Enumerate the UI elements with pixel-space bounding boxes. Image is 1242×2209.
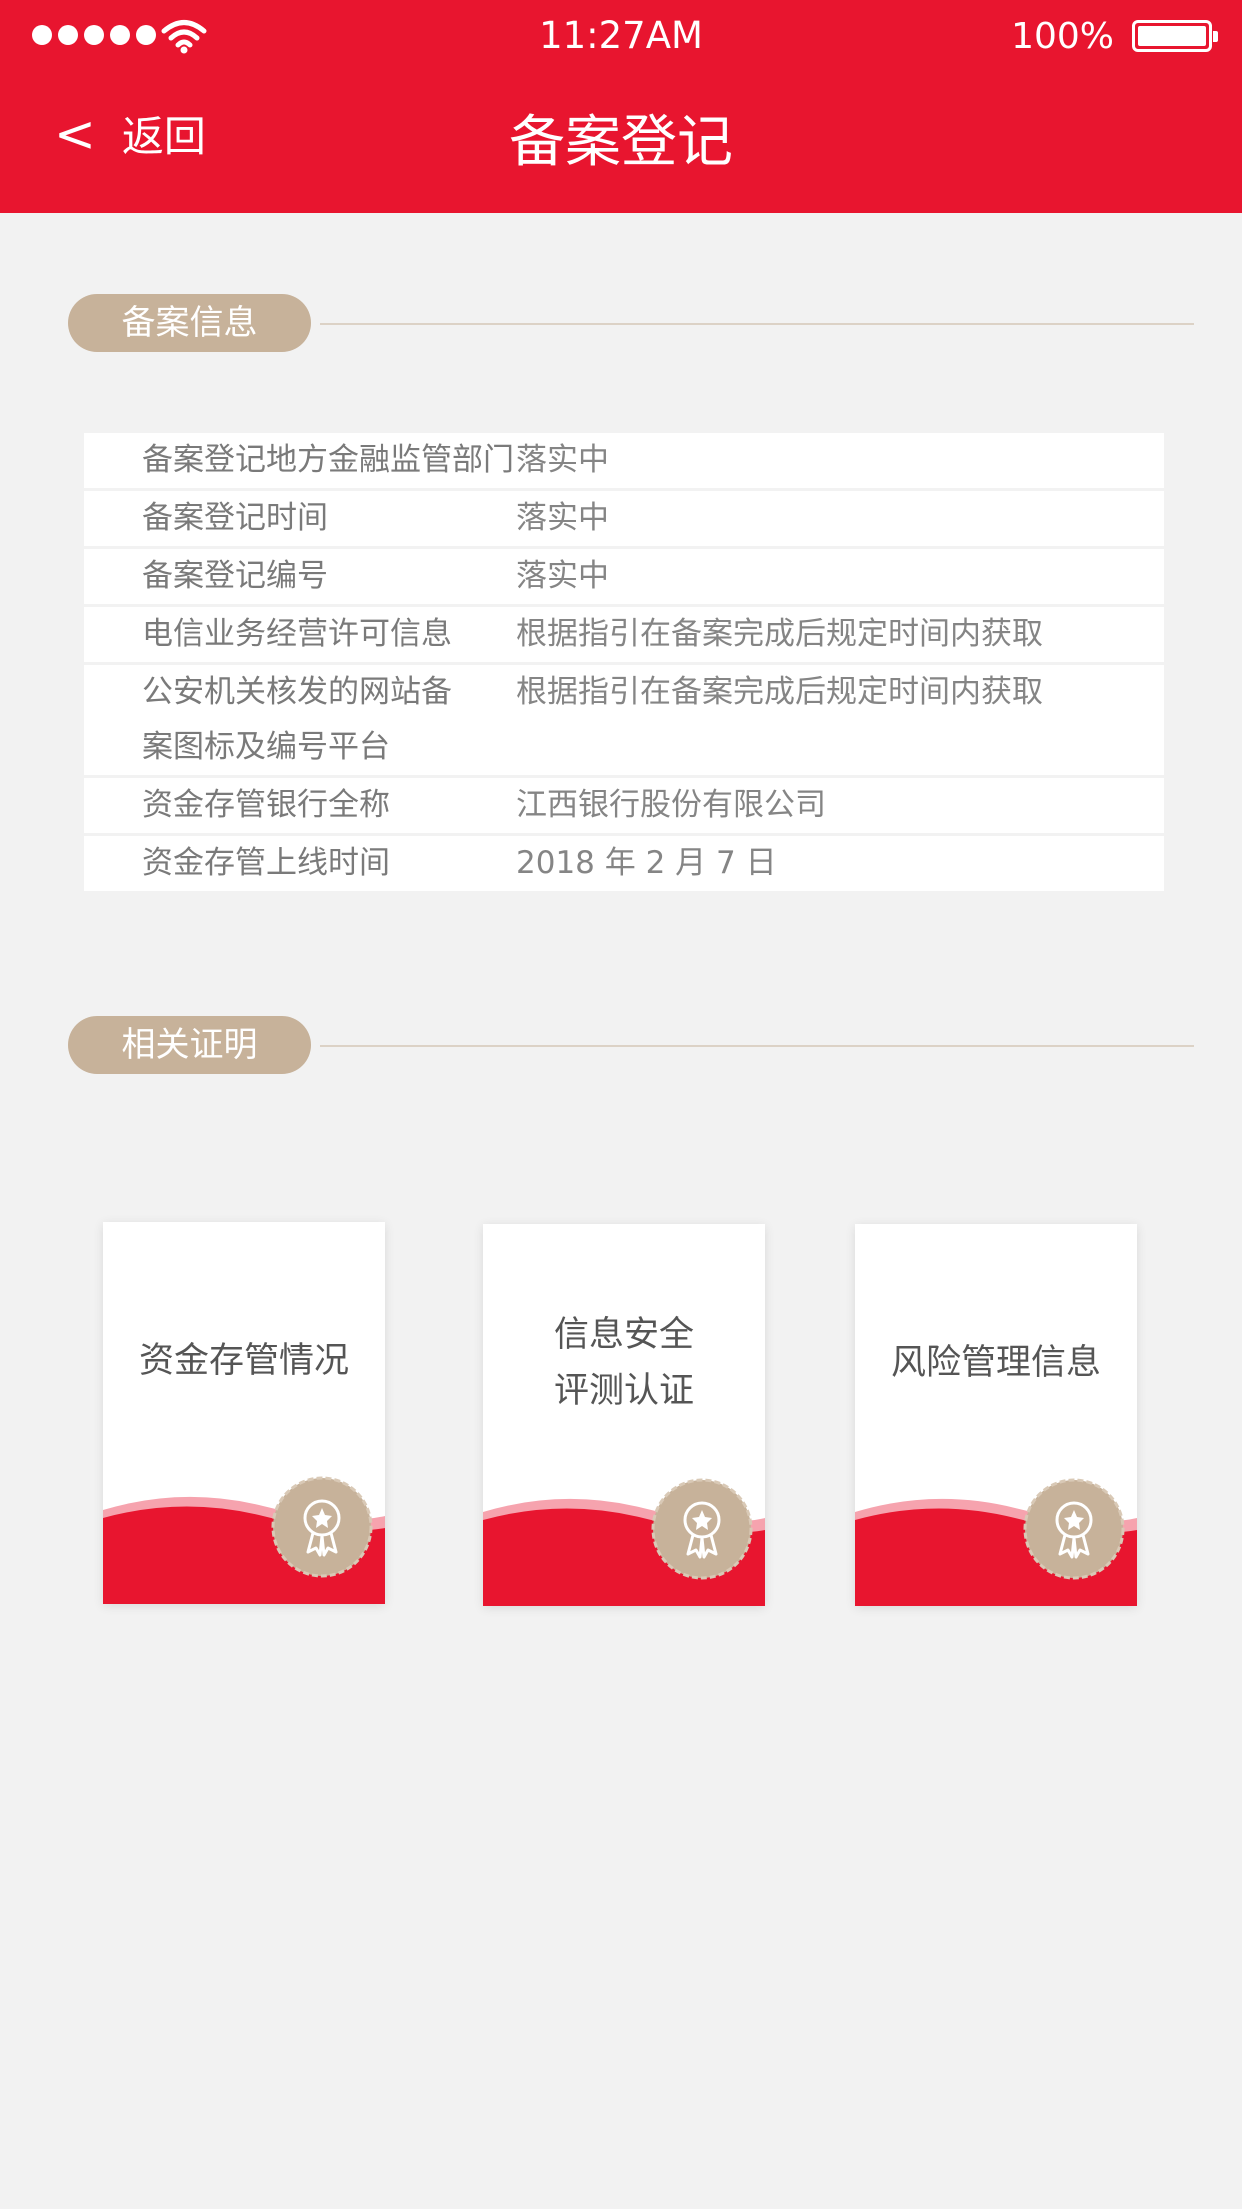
award-badge-icon (1023, 1478, 1125, 1580)
award-badge-icon (651, 1478, 753, 1580)
nav-bar: < 返回 备案登记 (0, 75, 1242, 213)
section-title-pill: 相关证明 (68, 1016, 311, 1074)
info-row: 备案登记时间 落实中 (84, 491, 1164, 546)
info-value: 落实中 (516, 442, 609, 478)
card-title: 信息安全 评测认证 (553, 1315, 694, 1411)
info-value: 2018 年 2 月 7 日 (516, 845, 777, 881)
certificate-card-risk-management[interactable]: 风险管理信息 (855, 1224, 1137, 1606)
page-title: 备案登记 (509, 110, 733, 175)
info-value: 落实中 (516, 558, 609, 594)
info-row: 资金存管银行全称 江西银行股份有限公司 (84, 778, 1164, 833)
section-header-certificates: 相关证明 (68, 1016, 1194, 1074)
filing-info-table: 备案登记地方金融监管部门 落实中 备案登记时间 落实中 备案登记编号 落实中 电… (84, 433, 1164, 894)
info-row: 备案登记编号 落实中 (84, 549, 1164, 604)
section-title-pill: 备案信息 (68, 294, 311, 352)
info-label: 资金存管银行全称 (142, 787, 390, 823)
info-value: 根据指引在备案完成后规定时间内获取 (516, 616, 1043, 652)
info-value: 根据指引在备案完成后规定时间内获取 (516, 674, 1043, 710)
header: 11:27AM 100% < 返回 备案登记 (0, 0, 1242, 213)
section-header-filing-info: 备案信息 (68, 294, 1194, 352)
section-divider (320, 1045, 1194, 1047)
info-label: 电信业务经营许可信息 (142, 616, 452, 652)
info-row: 资金存管上线时间 2018 年 2 月 7 日 (84, 836, 1164, 891)
status-bar: 11:27AM 100% (0, 0, 1242, 75)
card-title: 资金存管情况 (138, 1341, 349, 1381)
info-value: 江西银行股份有限公司 (516, 787, 826, 823)
info-label: 资金存管上线时间 (142, 845, 390, 881)
info-label: 备案登记时间 (142, 500, 328, 536)
info-value: 落实中 (516, 500, 609, 536)
info-label: 公安机关核发的网站备案图标及编号平台 (142, 674, 452, 765)
section-divider (320, 323, 1194, 325)
battery-icon (1132, 20, 1218, 52)
info-row: 电信业务经营许可信息 根据指引在备案完成后规定时间内获取 (84, 607, 1164, 662)
award-badge-icon (271, 1476, 373, 1578)
battery-percentage: 100% (1011, 16, 1114, 57)
info-label: 备案登记编号 (142, 558, 328, 594)
card-title: 风险管理信息 (890, 1343, 1101, 1383)
info-row: 公安机关核发的网站备案图标及编号平台 根据指引在备案完成后规定时间内获取 (84, 665, 1164, 775)
info-row: 备案登记地方金融监管部门 落实中 (84, 433, 1164, 488)
certificate-card-fund-custody[interactable]: 资金存管情况 (103, 1222, 385, 1604)
certificate-card-info-security[interactable]: 信息安全 评测认证 (483, 1224, 765, 1606)
info-label: 备案登记地方金融监管部门 (142, 442, 514, 478)
